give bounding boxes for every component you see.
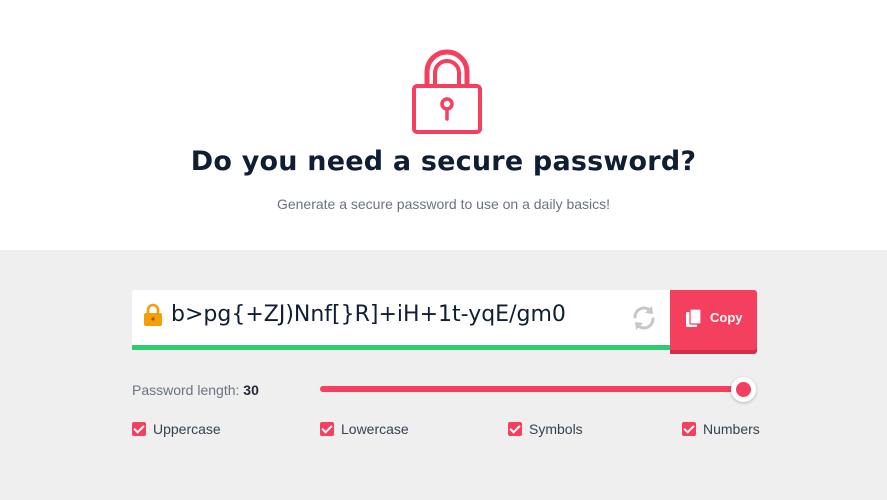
option-lowercase[interactable]: Lowercase: [320, 420, 409, 438]
password-output[interactable]: b>pg{+ZJ)Nnf[}R]+iH+1t-yqE/gm0: [132, 290, 670, 350]
uppercase-label: Uppercase: [153, 421, 221, 437]
numbers-label: Numbers: [703, 421, 760, 437]
generator-panel: [0, 250, 887, 500]
length-slider-track[interactable]: [320, 386, 744, 392]
page-subtitle: Generate a secure password to use on a d…: [276, 196, 611, 212]
lowercase-label: Lowercase: [341, 421, 409, 437]
option-numbers[interactable]: Numbers: [682, 420, 760, 438]
symbols-label: Symbols: [529, 421, 583, 437]
length-label-text: Password length:: [132, 382, 240, 398]
password-length-label: Password length: 30: [132, 382, 259, 398]
copy-label: Copy: [710, 310, 743, 325]
option-symbols[interactable]: Symbols: [508, 420, 583, 438]
hero-section: Do you need a secure password? Generate …: [0, 0, 887, 250]
length-value: 30: [243, 382, 259, 398]
lock-icon: [144, 303, 162, 326]
padlock-icon: [412, 49, 482, 134]
length-slider-thumb[interactable]: [731, 377, 756, 402]
password-text[interactable]: b>pg{+ZJ)Nnf[}R]+iH+1t-yqE/gm0: [171, 302, 566, 327]
copy-button[interactable]: Copy: [670, 290, 757, 350]
page-title: Do you need a secure password?: [190, 146, 697, 177]
copy-icon: [686, 309, 702, 327]
strength-bar: [132, 345, 670, 350]
refresh-icon[interactable]: [630, 304, 658, 332]
numbers-checkbox[interactable]: [682, 422, 696, 436]
lowercase-checkbox[interactable]: [320, 422, 334, 436]
option-uppercase[interactable]: Uppercase: [132, 420, 221, 438]
symbols-checkbox[interactable]: [508, 422, 522, 436]
uppercase-checkbox[interactable]: [132, 422, 146, 436]
